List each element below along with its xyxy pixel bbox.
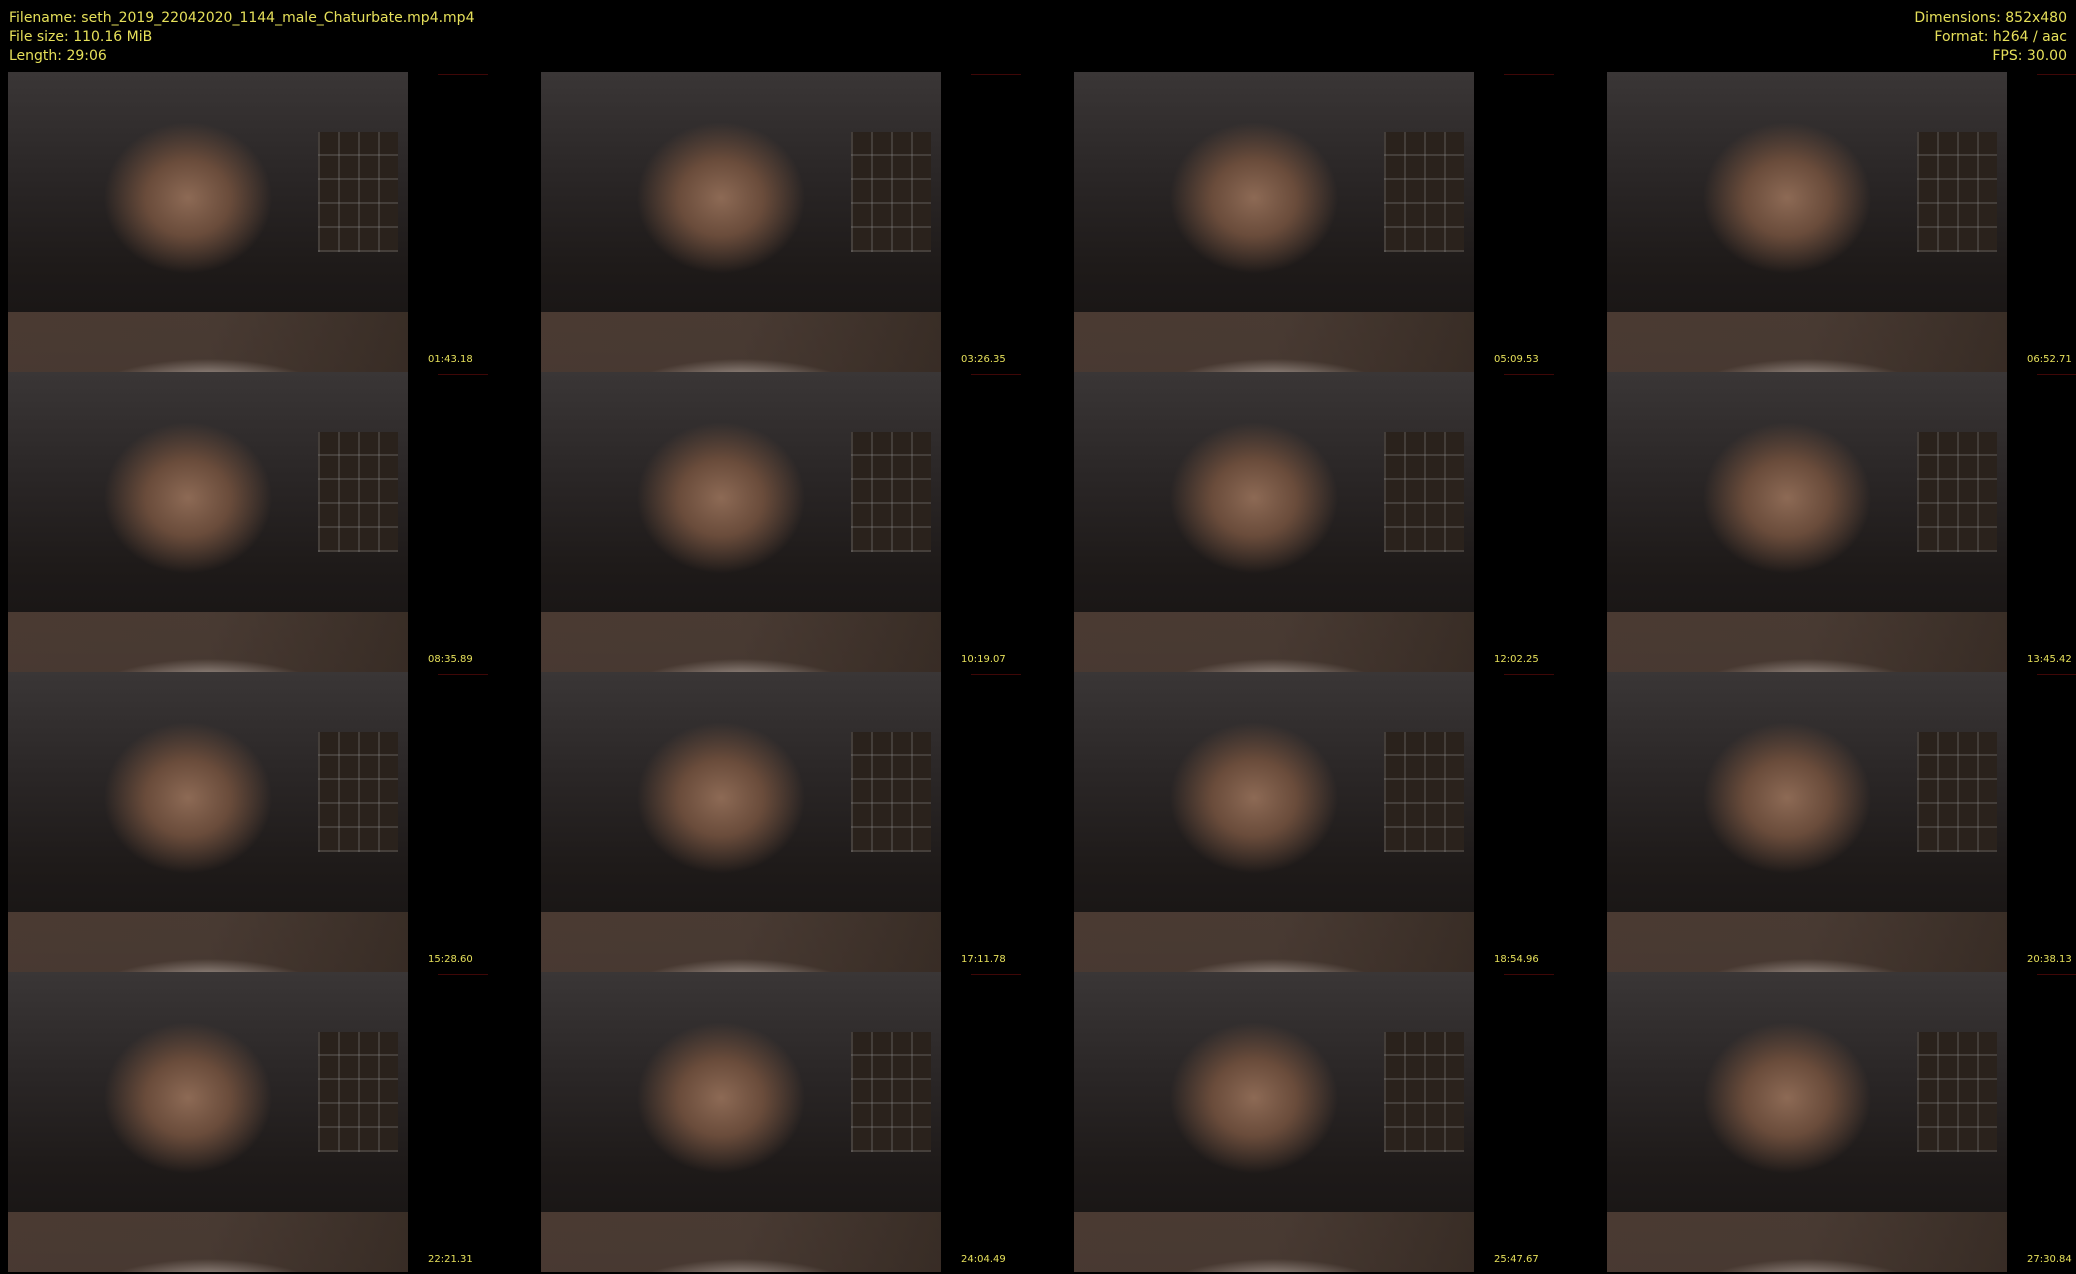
thumbnail-frame (1607, 672, 2007, 972)
thumbnail-timestamp: 22:21.31 (428, 1254, 473, 1265)
thumbnail-cell: 03:26.35 (541, 72, 1074, 372)
thumbnail-frame (8, 972, 408, 1272)
thumbnail-frame (1607, 372, 2007, 672)
thumbnail-cell: 13:45.42 (1607, 372, 2076, 672)
file-info: Filename: seth_2019_22042020_1144_male_C… (9, 9, 474, 66)
watermark-mark (2037, 974, 2076, 981)
thumbnail-timestamp: 03:26.35 (961, 354, 1006, 365)
thumbnail-timestamp: 08:35.89 (428, 654, 473, 665)
thumbnail-timestamp: 06:52.71 (2027, 354, 2072, 365)
format-text: Format: h264 / aac (1934, 29, 2067, 45)
thumbnail-frame (541, 672, 941, 972)
watermark-mark (2037, 674, 2076, 681)
thumbnail-frame (1074, 672, 1474, 972)
watermark-mark (2037, 74, 2076, 81)
thumbnail-cell: 22:21.31 (8, 972, 541, 1272)
thumbnail-frame (541, 972, 941, 1272)
thumbnail-cell: 25:47.67 (1074, 972, 1607, 1272)
watermark-mark (438, 74, 488, 81)
thumbnail-cell: 27:30.84 (1607, 972, 2076, 1272)
thumbnail-cell: 20:38.13 (1607, 672, 2076, 972)
watermark-mark (1504, 674, 1554, 681)
thumbnail-timestamp: 17:11.78 (961, 954, 1006, 965)
thumbnail-timestamp: 13:45.42 (2027, 654, 2072, 665)
thumbnail-timestamp: 12:02.25 (1494, 654, 1539, 665)
stream-info: Dimensions: 852x480 Format: h264 / aac F… (1914, 9, 2067, 66)
watermark-mark (2037, 374, 2076, 381)
thumbnail-cell: 05:09.53 (1074, 72, 1607, 372)
fps-text: FPS: 30.00 (1992, 48, 2067, 64)
thumbnail-cell: 12:02.25 (1074, 372, 1607, 672)
thumbnail-timestamp: 24:04.49 (961, 1254, 1006, 1265)
thumbnail-cell: 18:54.96 (1074, 672, 1607, 972)
watermark-mark (1504, 374, 1554, 381)
thumbnail-cell: 10:19.07 (541, 372, 1074, 672)
watermark-mark (438, 974, 488, 981)
thumbnail-timestamp: 15:28.60 (428, 954, 473, 965)
thumbnail-timestamp: 27:30.84 (2027, 1254, 2072, 1265)
thumbnail-frame (1074, 72, 1474, 372)
watermark-mark (1504, 74, 1554, 81)
thumbnail-cell: 24:04.49 (541, 972, 1074, 1272)
thumbnail-cell: 06:52.71 (1607, 72, 2076, 372)
thumbnail-frame (8, 672, 408, 972)
length-text: Length: 29:06 (9, 48, 107, 64)
filename-text: Filename: seth_2019_22042020_1144_male_C… (9, 10, 475, 26)
thumbnail-frame (1074, 972, 1474, 1272)
thumbnail-timestamp: 10:19.07 (961, 654, 1006, 665)
thumbnail-frame (1074, 372, 1474, 672)
thumbnail-frame (1607, 72, 2007, 372)
thumbnail-cell: 17:11.78 (541, 672, 1074, 972)
watermark-mark (438, 674, 488, 681)
watermark-mark (971, 74, 1021, 81)
thumbnail-grid: 01:43.18 03:26.35 05:09.53 06:52.71 08:3… (8, 72, 2076, 1272)
thumbnail-timestamp: 20:38.13 (2027, 954, 2072, 965)
watermark-mark (971, 974, 1021, 981)
thumbnail-frame (8, 72, 408, 372)
thumbnail-timestamp: 05:09.53 (1494, 354, 1539, 365)
thumbnail-timestamp: 01:43.18 (428, 354, 473, 365)
thumbnail-frame (1607, 972, 2007, 1272)
watermark-mark (971, 674, 1021, 681)
thumbnail-timestamp: 18:54.96 (1494, 954, 1539, 965)
thumbnail-cell: 15:28.60 (8, 672, 541, 972)
thumbnail-cell: 08:35.89 (8, 372, 541, 672)
thumbnail-cell: 01:43.18 (8, 72, 541, 372)
thumbnail-timestamp: 25:47.67 (1494, 1254, 1539, 1265)
filesize-text: File size: 110.16 MiB (9, 29, 153, 45)
watermark-mark (438, 374, 488, 381)
thumbnail-frame (541, 372, 941, 672)
dimensions-text: Dimensions: 852x480 (1914, 10, 2067, 26)
thumbnail-frame (541, 72, 941, 372)
thumbnail-frame (8, 372, 408, 672)
watermark-mark (971, 374, 1021, 381)
watermark-mark (1504, 974, 1554, 981)
